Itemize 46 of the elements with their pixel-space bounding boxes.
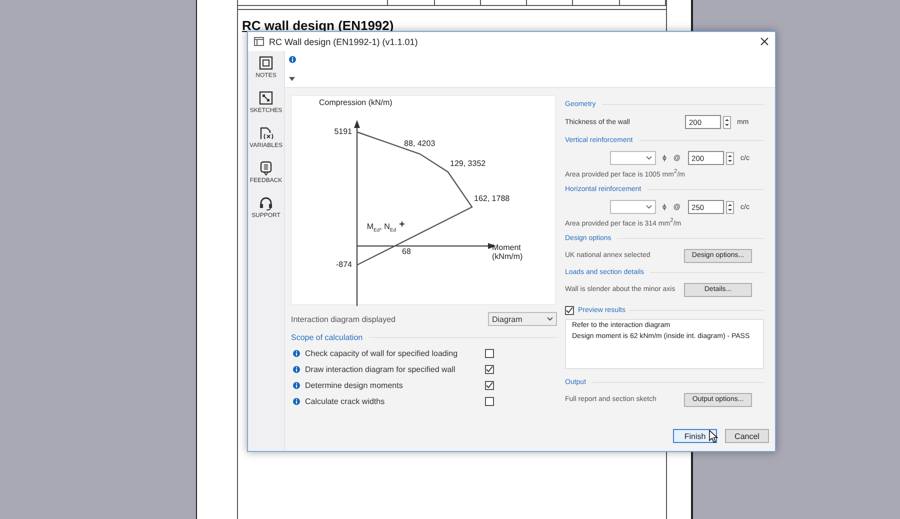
axis-title: Moment (kNm/m) [492,243,524,261]
option-label: Check capacity of wall for specified loading [305,349,458,358]
info-icon[interactable] [293,382,300,389]
chevron-icon [547,317,553,321]
info-icon[interactable] [293,398,300,405]
load-point-marker [399,221,405,227]
checkbox[interactable] [485,365,494,374]
notes-icon [258,55,274,71]
checkbox[interactable] [565,306,574,316]
field-label: Interaction diagram displayed [291,314,396,324]
feedback-icon [258,160,274,176]
caret-icon[interactable] [289,77,295,81]
checkbox[interactable] [485,349,494,358]
window-icon [254,37,264,46]
point-label: 129, 3352 [450,159,486,168]
spin-button[interactable] [726,200,734,214]
diagram-dropdown[interactable]: Diagram [488,312,557,326]
info-icon[interactable] [293,350,300,357]
spin-button[interactable] [723,116,731,128]
point-label: 162, 1788 [474,194,510,203]
option-label: Determine design moments [305,381,403,390]
window-title: RC Wall design (EN1992-1) (v1.1.01) [269,36,419,46]
cancel-button[interactable]: Cancel [725,429,769,443]
point-label: 5191 [334,127,352,136]
point-label: -874 [336,260,352,269]
support-icon [258,195,274,211]
point-label: 88, 4203 [404,139,436,148]
chevron-icon [646,156,652,160]
document-heading: RC wall design (EN1992) [242,19,394,33]
option-label: Calculate crack widths [305,397,385,406]
finish-button[interactable]: Finish [673,429,717,443]
close-icon[interactable] [760,37,769,46]
info-icon[interactable] [289,56,296,63]
sketches-icon [258,90,274,106]
load-point-label: M$_{Ed}$, N$_{Ed}$ [366,222,396,236]
chevron-icon [646,205,652,210]
info-icon[interactable] [293,366,300,373]
checkbox[interactable] [485,397,494,406]
crossing-label: 68 [402,247,411,256]
cursor-icon [709,430,718,443]
spin-button[interactable] [726,152,734,164]
variables-icon [258,125,274,141]
section-title: Scope of calculation [291,332,363,342]
checkbox[interactable] [485,381,494,390]
option-label: Draw interaction diagram for specified wall [305,365,456,374]
axis-title: Compression (kN/m) [319,98,392,107]
